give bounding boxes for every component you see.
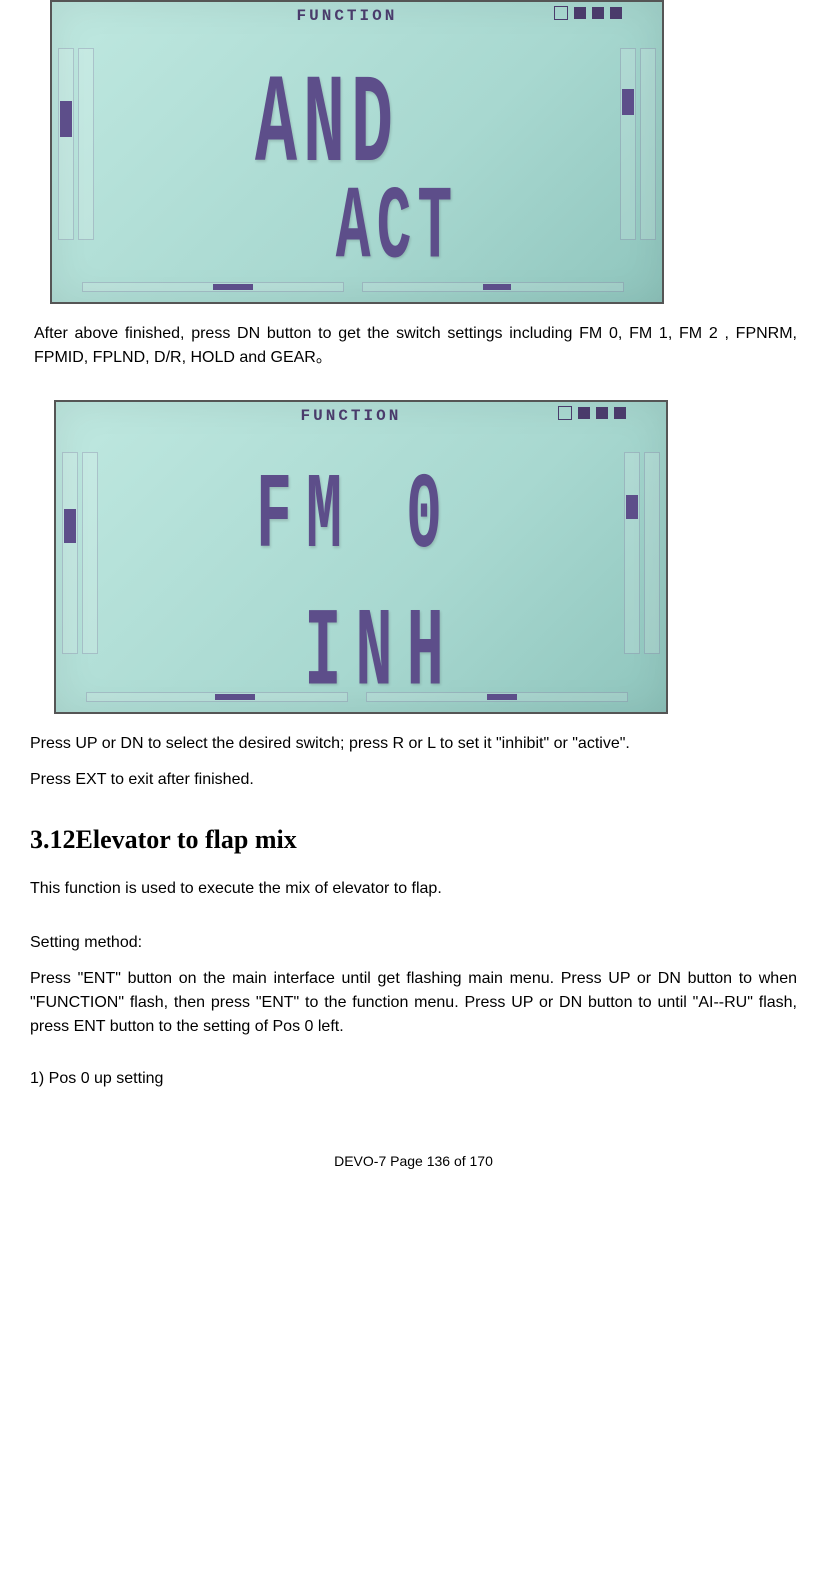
manual-page: FUNCTION AND ACT After above finished, p… bbox=[0, 0, 827, 1192]
paragraph-press-ext: Press EXT to exit after finished. bbox=[30, 768, 797, 792]
page-footer: DEVO-7 Page 136 of 170 bbox=[30, 1151, 797, 1192]
lcd-photo-fm0-inh: FUNCTION FM 0 INH bbox=[54, 400, 668, 714]
paragraph-switch-settings: After above finished, press DN button to… bbox=[34, 322, 797, 370]
lcd-photo-and-act: FUNCTION AND ACT bbox=[50, 0, 664, 304]
paragraph-setting-method-label: Setting method: bbox=[30, 931, 797, 955]
paragraph-function-description: This function is used to execute the mix… bbox=[30, 877, 797, 901]
lcd-function-label: FUNCTION bbox=[301, 404, 402, 428]
paragraph-setting-method-steps: Press "ENT" button on the main interface… bbox=[30, 967, 797, 1039]
lcd-function-label: FUNCTION bbox=[297, 4, 398, 28]
lcd-indicator-squares bbox=[558, 406, 626, 420]
paragraph-select-switch: Press UP or DN to select the desired swi… bbox=[30, 732, 797, 756]
section-heading-elevator-flap-mix: 3.12Elevator to flap mix bbox=[30, 820, 797, 859]
lcd-indicator-squares bbox=[554, 6, 622, 20]
list-item-pos0-up: 1) Pos 0 up setting bbox=[30, 1067, 797, 1091]
